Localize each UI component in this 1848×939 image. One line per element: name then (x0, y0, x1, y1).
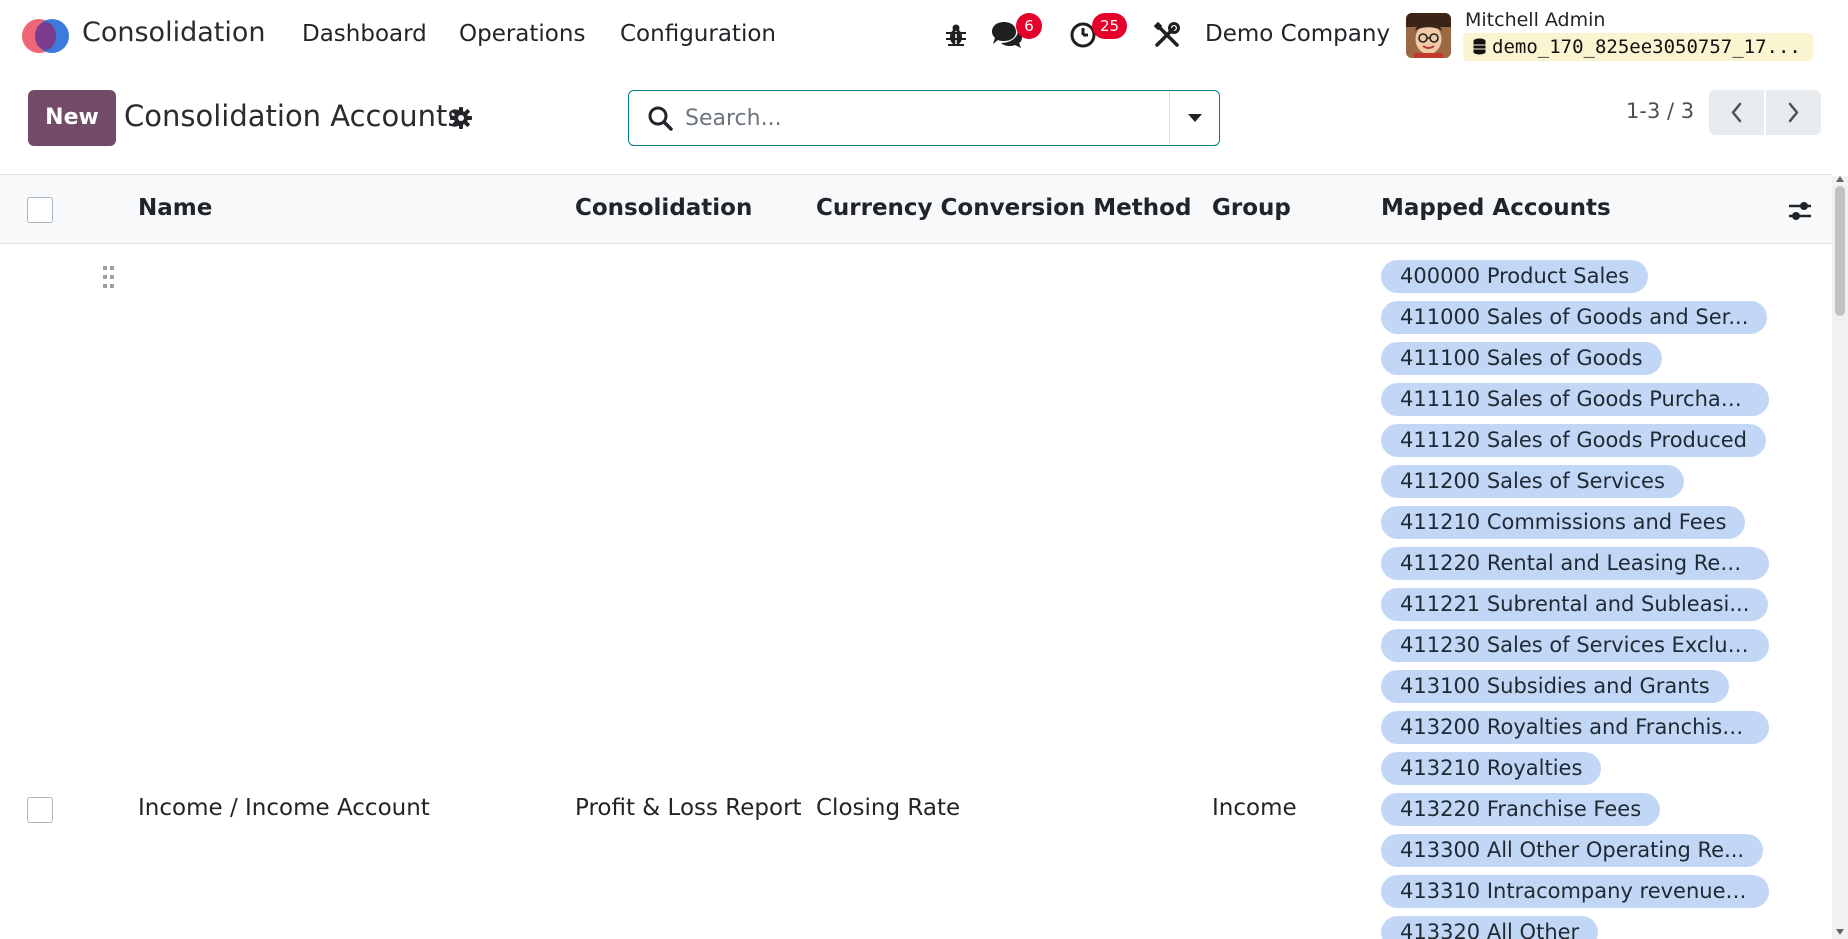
search-input[interactable] (685, 99, 1135, 137)
pager-value[interactable]: 1-3 / 3 (1626, 99, 1694, 123)
mapped-account-tag[interactable]: 411200 Sales of Services (1381, 465, 1684, 498)
user-avatar[interactable] (1406, 13, 1451, 58)
mapped-account-tag[interactable]: 411230 Sales of Services Exclud... (1381, 629, 1769, 662)
app-name[interactable]: Consolidation (82, 17, 265, 48)
row-checkbox[interactable] (27, 797, 53, 823)
column-header-mapped-accounts[interactable]: Mapped Accounts (1381, 195, 1611, 221)
search-box (628, 90, 1220, 146)
column-header-name[interactable]: Name (138, 195, 212, 221)
menu-dashboard[interactable]: Dashboard (302, 21, 427, 47)
list-header: Name Consolidation Currency Conversion M… (0, 174, 1832, 244)
mapped-account-tag[interactable]: 411120 Sales of Goods Produced (1381, 424, 1766, 457)
scrollbar-thumb[interactable] (1835, 186, 1845, 316)
company-switcher[interactable]: Demo Company (1205, 21, 1390, 47)
mapped-accounts-tags: 400000 Product Sales 411000 Sales of Goo… (1381, 260, 1781, 939)
scroll-up-arrow-icon[interactable] (1836, 176, 1844, 182)
vertical-scrollbar[interactable] (1832, 176, 1848, 939)
mapped-account-tag[interactable]: 411221 Subrental and Subleasi... (1381, 588, 1769, 621)
mapped-account-tag[interactable]: 413220 Franchise Fees (1381, 793, 1661, 826)
menu-configuration[interactable]: Configuration (620, 21, 776, 47)
search-options-toggle[interactable] (1170, 91, 1220, 145)
cell-consolidation[interactable]: Profit & Loss Report (575, 795, 802, 821)
mapped-account-tag[interactable]: 413300 All Other Operating Re... (1381, 834, 1764, 867)
caret-down-icon (1188, 114, 1202, 122)
mapped-account-tag[interactable]: 411210 Commissions and Fees (1381, 506, 1746, 539)
scroll-down-arrow-icon[interactable] (1836, 929, 1844, 935)
mapped-account-tag[interactable]: 413310 Intracompany revenue ... (1381, 875, 1769, 908)
mapped-account-tag[interactable]: 400000 Product Sales (1381, 260, 1649, 293)
cell-name[interactable]: Income / Income Account (138, 795, 430, 821)
menu-operations[interactable]: Operations (459, 21, 585, 47)
optional-columns-icon[interactable] (1786, 197, 1814, 225)
mapped-account-tag[interactable]: 411220 Rental and Leasing Rev... (1381, 547, 1769, 580)
database-name: demo_170_825ee3050757_17... (1463, 33, 1813, 61)
mapped-account-tag[interactable]: 411110 Sales of Goods Purchas... (1381, 383, 1769, 416)
database-label: demo_170_825ee3050757_17... (1492, 36, 1801, 58)
app-logo-icon[interactable] (22, 19, 70, 53)
user-name[interactable]: Mitchell Admin (1465, 9, 1605, 31)
database-icon (1473, 35, 1486, 55)
messages-badge: 6 (1016, 13, 1042, 39)
table-row[interactable]: Income / Income Account Profit & Loss Re… (0, 244, 1832, 939)
select-all-checkbox[interactable] (27, 197, 53, 223)
mapped-account-tag[interactable]: 413320 All Other (1381, 916, 1599, 939)
mapped-account-tag[interactable]: 413210 Royalties (1381, 752, 1602, 785)
chevron-left-icon (1731, 102, 1742, 123)
top-navbar: Consolidation Dashboard Operations Confi… (0, 0, 1848, 70)
mapped-account-tag[interactable]: 413200 Royalties and Franchise... (1381, 711, 1769, 744)
search-icon (647, 105, 673, 131)
pager-previous-button[interactable] (1709, 90, 1764, 135)
gear-icon[interactable] (449, 106, 473, 130)
pager-next-button[interactable] (1766, 90, 1821, 135)
page-title: Consolidation Accounts (124, 99, 463, 133)
tools-icon[interactable] (1152, 20, 1182, 50)
cell-currency-conversion[interactable]: Closing Rate (816, 795, 960, 821)
column-header-group[interactable]: Group (1212, 195, 1291, 221)
column-header-consolidation[interactable]: Consolidation (575, 195, 752, 221)
new-button[interactable]: New (28, 90, 116, 146)
column-header-currency-conversion[interactable]: Currency Conversion Method (816, 195, 1191, 221)
cell-group[interactable]: Income (1212, 795, 1297, 821)
mapped-account-tag[interactable]: 411100 Sales of Goods (1381, 342, 1662, 375)
drag-handle-icon[interactable] (102, 264, 116, 290)
chevron-right-icon (1788, 102, 1799, 123)
activities-badge: 25 (1092, 13, 1128, 39)
mapped-account-tag[interactable]: 411000 Sales of Goods and Ser... (1381, 301, 1768, 334)
mapped-account-tag[interactable]: 413100 Subsidies and Grants (1381, 670, 1729, 703)
bug-icon[interactable] (941, 20, 971, 50)
